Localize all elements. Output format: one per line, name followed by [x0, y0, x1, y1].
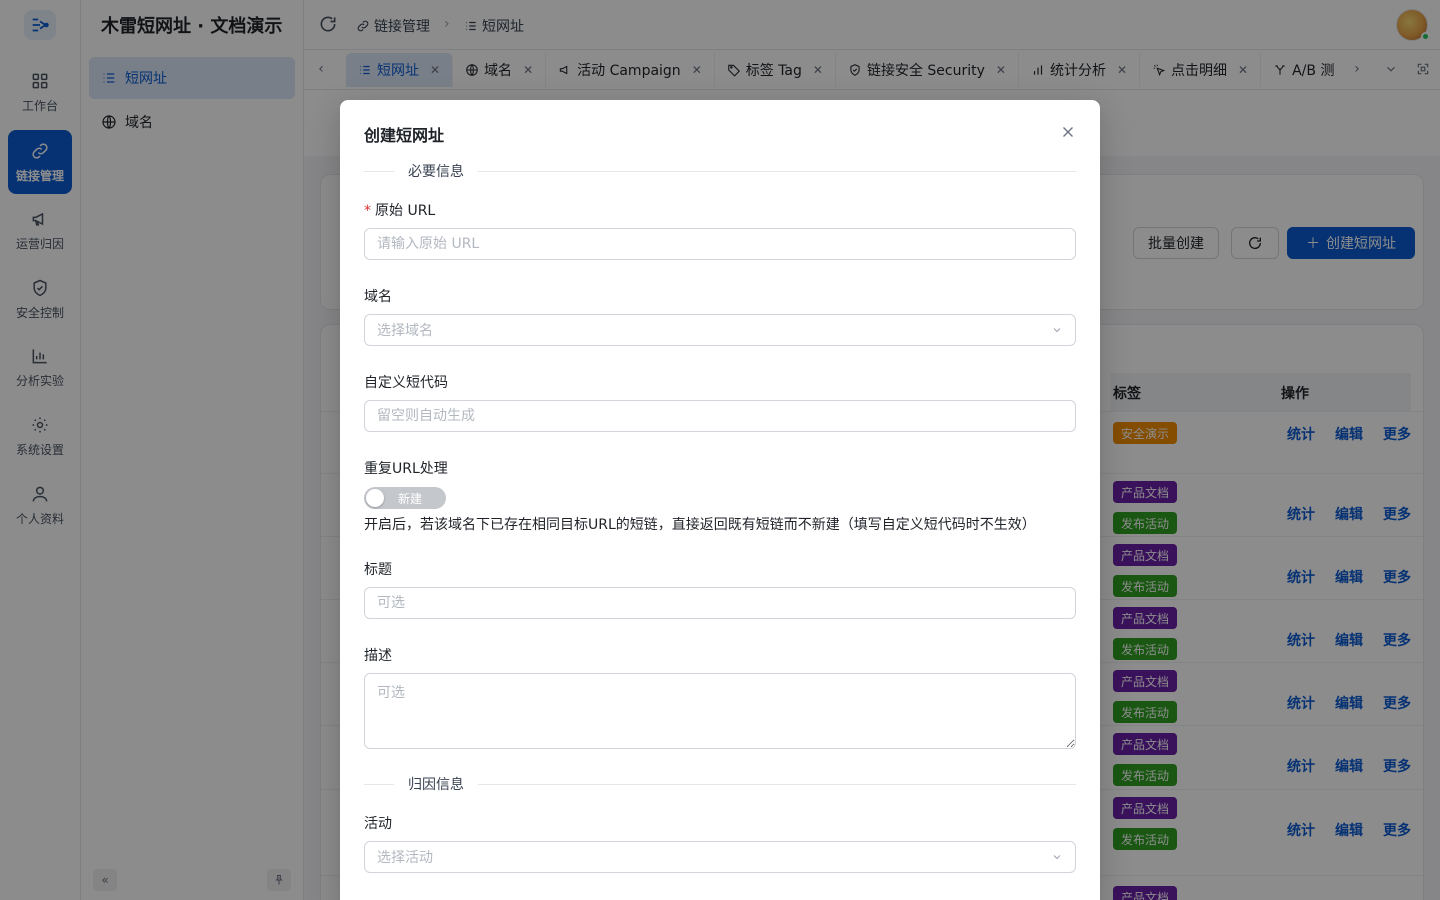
- toggle-knob: [366, 489, 384, 507]
- dedup-toggle[interactable]: 新建: [364, 487, 446, 509]
- section-divider-attribution: 归因信息: [364, 774, 1076, 794]
- close-icon: [1063, 127, 1073, 137]
- dialog-title: 创建短网址: [364, 126, 445, 145]
- campaign-field-label: 活动: [364, 816, 392, 832]
- title-field-label: 标题: [364, 562, 392, 578]
- dedup-hint: 开启后，若该域名下已存在相同目标URL的短链，直接返回既有短链而不新建（填写自定…: [364, 517, 1036, 533]
- dedup-field-label: 重复URL处理: [364, 461, 448, 477]
- close-dialog-button[interactable]: [1054, 118, 1082, 146]
- chevron-down-icon: [1053, 855, 1061, 860]
- domain-select[interactable]: 选择域名: [364, 314, 1076, 346]
- section-divider-required: 必要信息: [364, 161, 1076, 181]
- description-field-label: 描述: [364, 648, 392, 664]
- custom-code-field-label: 自定义短代码: [364, 375, 448, 391]
- title-input[interactable]: [364, 587, 1076, 619]
- description-textarea[interactable]: [364, 673, 1076, 749]
- select-placeholder: 选择域名: [377, 323, 433, 339]
- chevron-down-icon: [1053, 328, 1061, 333]
- section-title: 必要信息: [408, 164, 464, 180]
- field-label-text: 原始 URL: [375, 203, 436, 219]
- create-short-url-dialog: 创建短网址 必要信息 *原始 URL 域名 选择域名 自定义短代码 重复URL处…: [340, 100, 1100, 900]
- url-field-label: * 原始 URL: [364, 200, 435, 220]
- custom-code-input[interactable]: [364, 400, 1076, 432]
- required-asterisk-icon: *: [364, 203, 371, 219]
- campaign-select[interactable]: 选择活动: [364, 841, 1076, 873]
- toggle-label: 新建: [398, 492, 423, 506]
- original-url-input[interactable]: [364, 228, 1076, 260]
- domain-field-label: 域名: [364, 289, 392, 305]
- select-placeholder: 选择活动: [377, 850, 433, 866]
- section-title: 归因信息: [408, 777, 464, 793]
